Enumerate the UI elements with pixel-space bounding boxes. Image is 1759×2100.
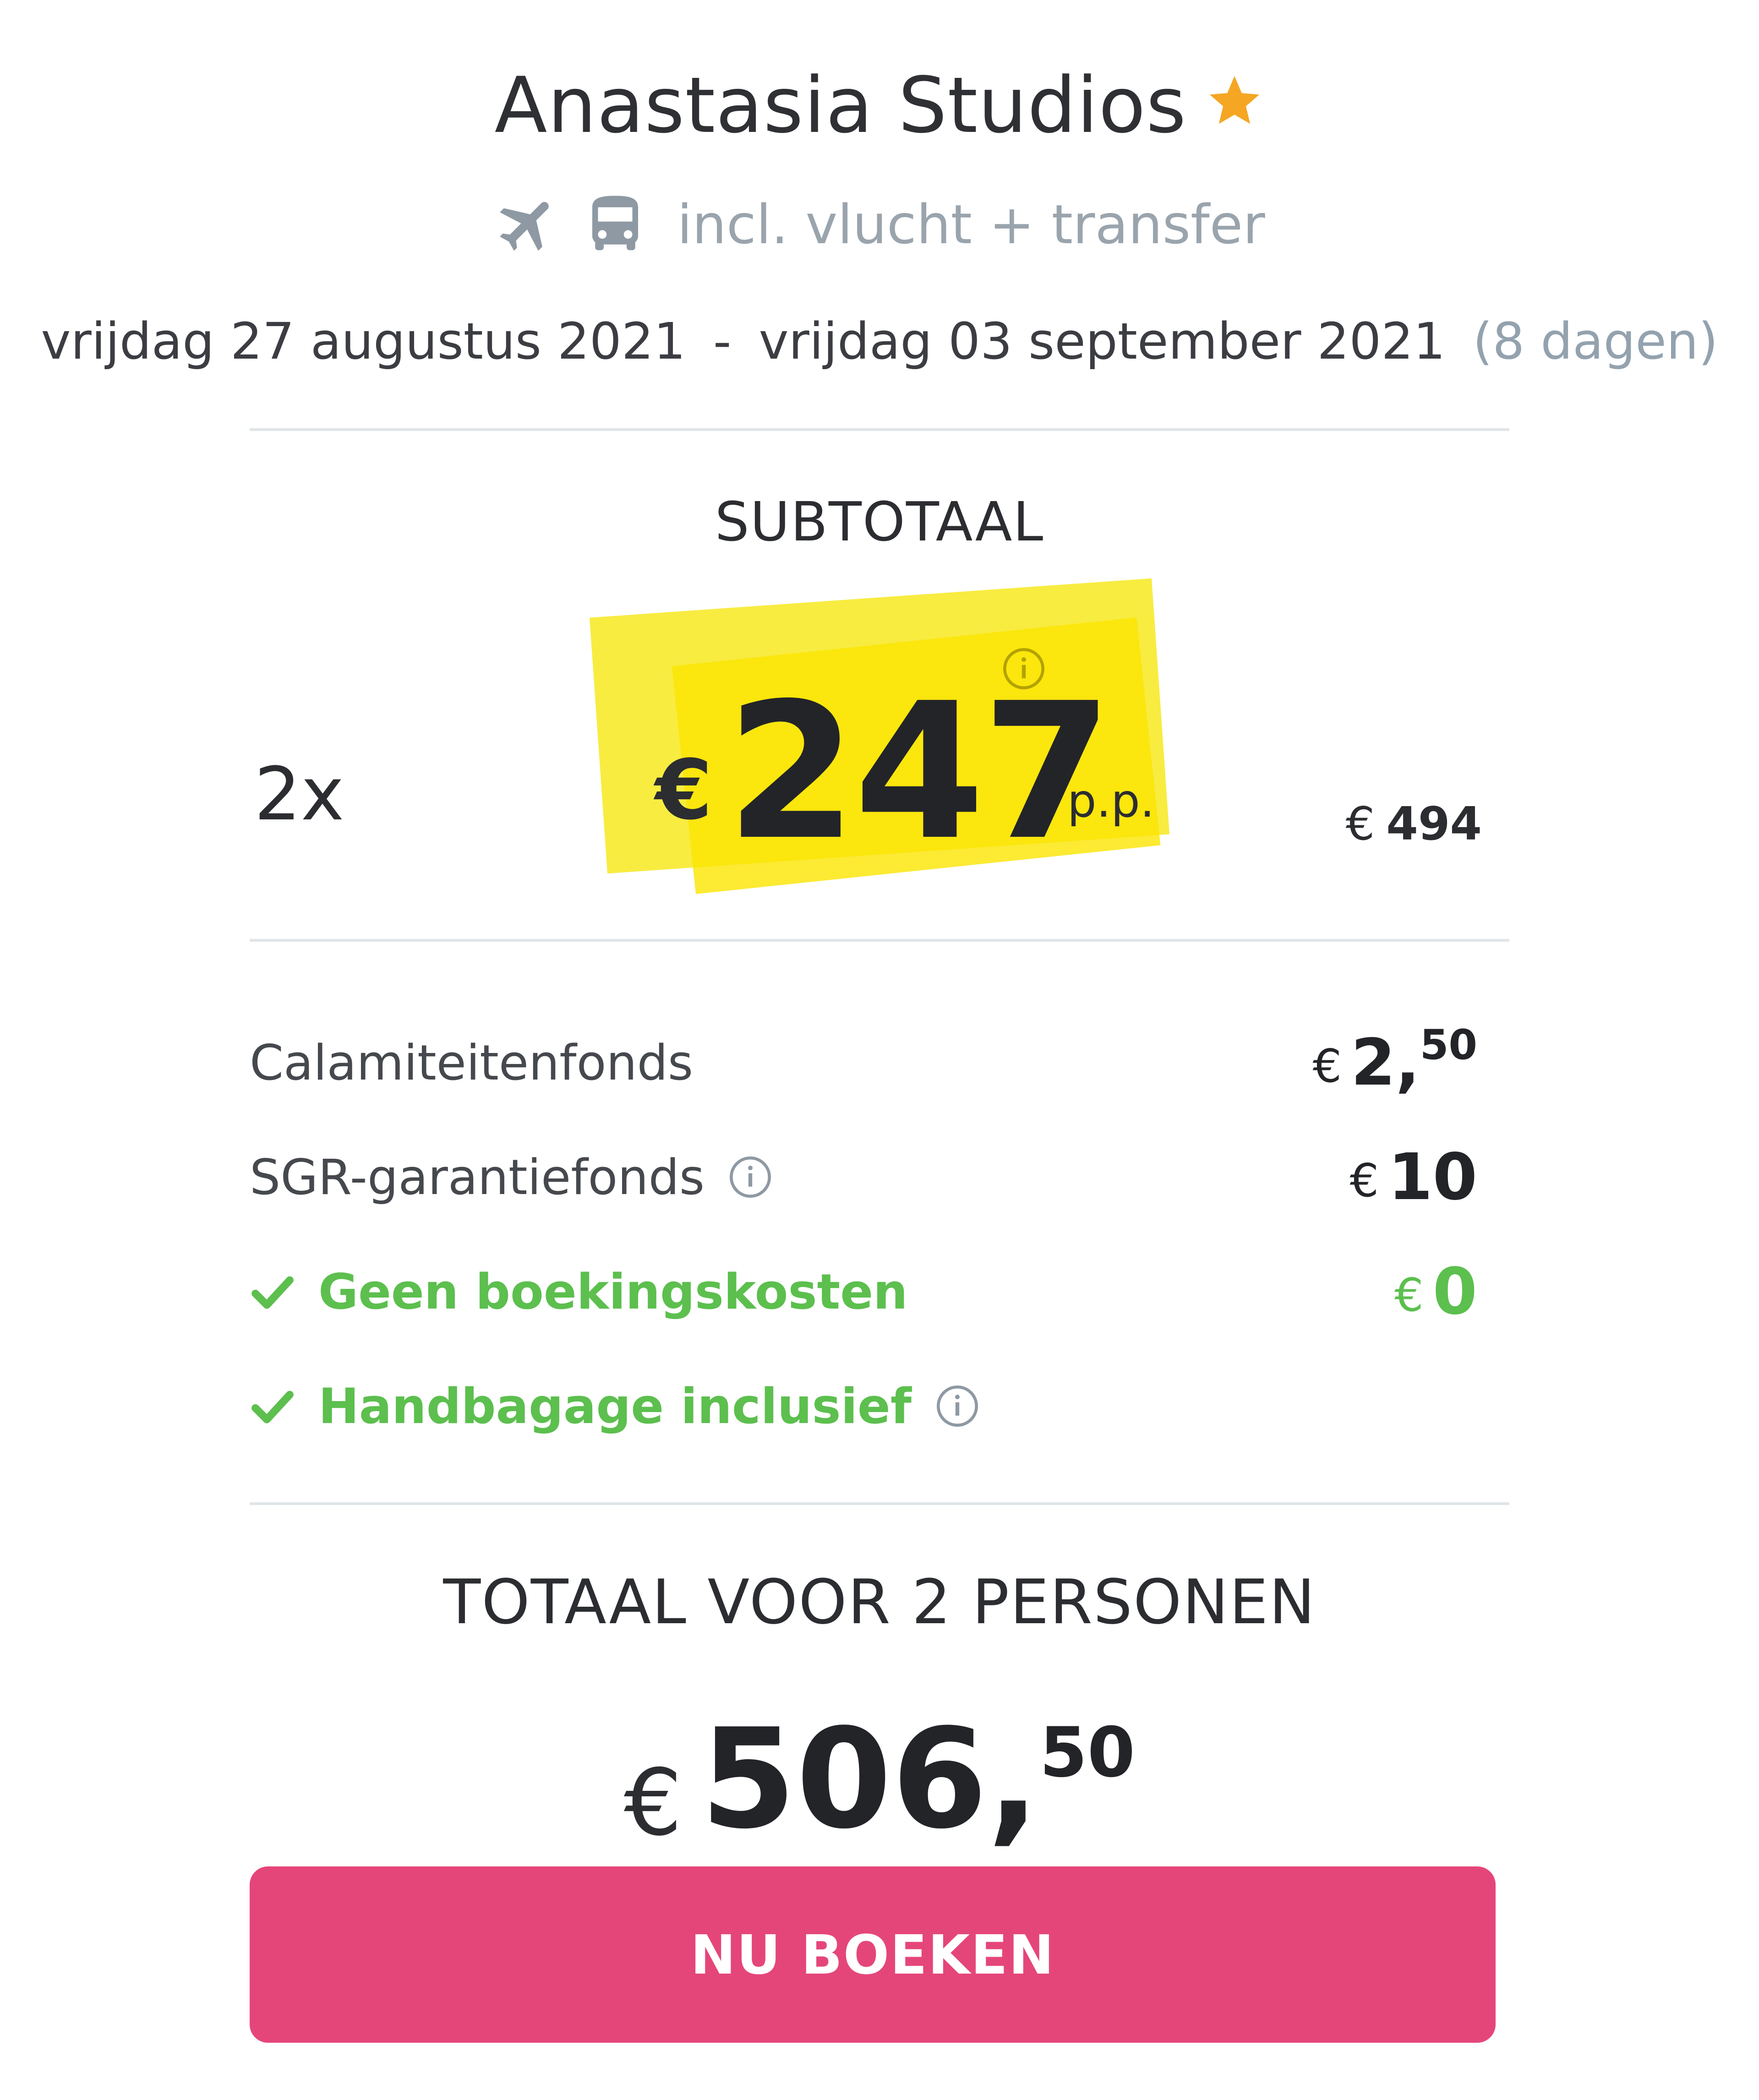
duration: (8 dagen) (1473, 312, 1718, 371)
hotel-header: Anastasia Studios (0, 60, 1759, 151)
check-icon (251, 1391, 294, 1424)
total-amount: 506, (700, 1699, 1040, 1859)
fee-amount: 2, (1351, 1025, 1420, 1100)
person-multiplier: 2x (254, 751, 344, 837)
line-total: €494 (1346, 797, 1482, 851)
currency-symbol: € (1345, 797, 1375, 851)
fee-value: € 2, 50 (1312, 1021, 1477, 1100)
total-cents: 50 (1039, 1713, 1136, 1793)
fee-label: SGR-garantiefonds (250, 1149, 773, 1205)
subtotal-label: SUBTOTAAL (715, 490, 1044, 553)
fee-label-text: Calamiteitenfonds (250, 1034, 694, 1091)
info-icon[interactable] (727, 1154, 773, 1200)
price-per-person: € 247 (655, 662, 1113, 881)
currency-symbol: € (623, 1750, 683, 1856)
included-text: incl. vlucht + transfer (677, 193, 1265, 256)
per-person-label: p.p. (1067, 774, 1155, 828)
date-to: vrijdag 03 september 2021 (759, 312, 1446, 371)
plane-icon (500, 202, 549, 251)
fee-amount: 10 (1388, 1140, 1477, 1215)
currency-symbol: € (1349, 1153, 1379, 1207)
bus-icon (592, 196, 639, 251)
fee-value: € 0 (1394, 1255, 1477, 1329)
book-now-button[interactable]: NU BOEKEN (250, 1866, 1496, 2043)
fee-cents: 50 (1420, 1020, 1477, 1069)
price-amount: 247 (726, 662, 1113, 881)
travel-dates: vrijdag 27 augustus 2021 - vrijdag 03 se… (0, 307, 1759, 376)
info-icon[interactable] (934, 1383, 980, 1429)
currency-symbol: € (655, 742, 713, 838)
currency-symbol: € (1312, 1039, 1342, 1093)
fee-row-calamiteitenfonds: Calamiteitenfonds € 2, 50 (250, 1021, 1477, 1100)
hotel-name: Anastasia Studios (494, 60, 1187, 150)
included-services: incl. vlucht + transfer (0, 183, 1759, 266)
divider (250, 428, 1509, 431)
divider (250, 1502, 1509, 1505)
star-icon (1210, 76, 1260, 124)
total-label: TOTAAL VOOR 2 PERSONEN (443, 1566, 1316, 1638)
fee-label-text: Geen boekingskosten (318, 1263, 908, 1320)
fee-label: Geen boekingskosten (250, 1264, 908, 1320)
fee-row-hand-luggage: Handbagage inclusief (250, 1369, 1477, 1443)
check-icon (251, 1276, 294, 1309)
date-separator: - (713, 312, 732, 371)
info-icon[interactable] (1001, 646, 1047, 692)
total-price: € 506, 50 (0, 1699, 1759, 1859)
fee-label-text: Handbagage inclusief (318, 1378, 912, 1435)
fee-label: Handbagage inclusief (250, 1378, 980, 1435)
divider (250, 939, 1509, 942)
fee-label: Calamiteitenfonds (250, 1035, 693, 1091)
currency-symbol: € (1394, 1268, 1424, 1322)
fee-row-sgr: SGR-garantiefonds € 10 (250, 1140, 1477, 1215)
fee-value: € 10 (1350, 1140, 1477, 1215)
date-from: vrijdag 27 augustus 2021 (41, 312, 686, 371)
fee-amount: 0 (1432, 1254, 1477, 1329)
fee-label-text: SGR-garantiefonds (250, 1149, 705, 1205)
fee-row-booking-costs: Geen boekingskosten € 0 (250, 1255, 1477, 1329)
line-total-amount: 494 (1386, 797, 1482, 851)
